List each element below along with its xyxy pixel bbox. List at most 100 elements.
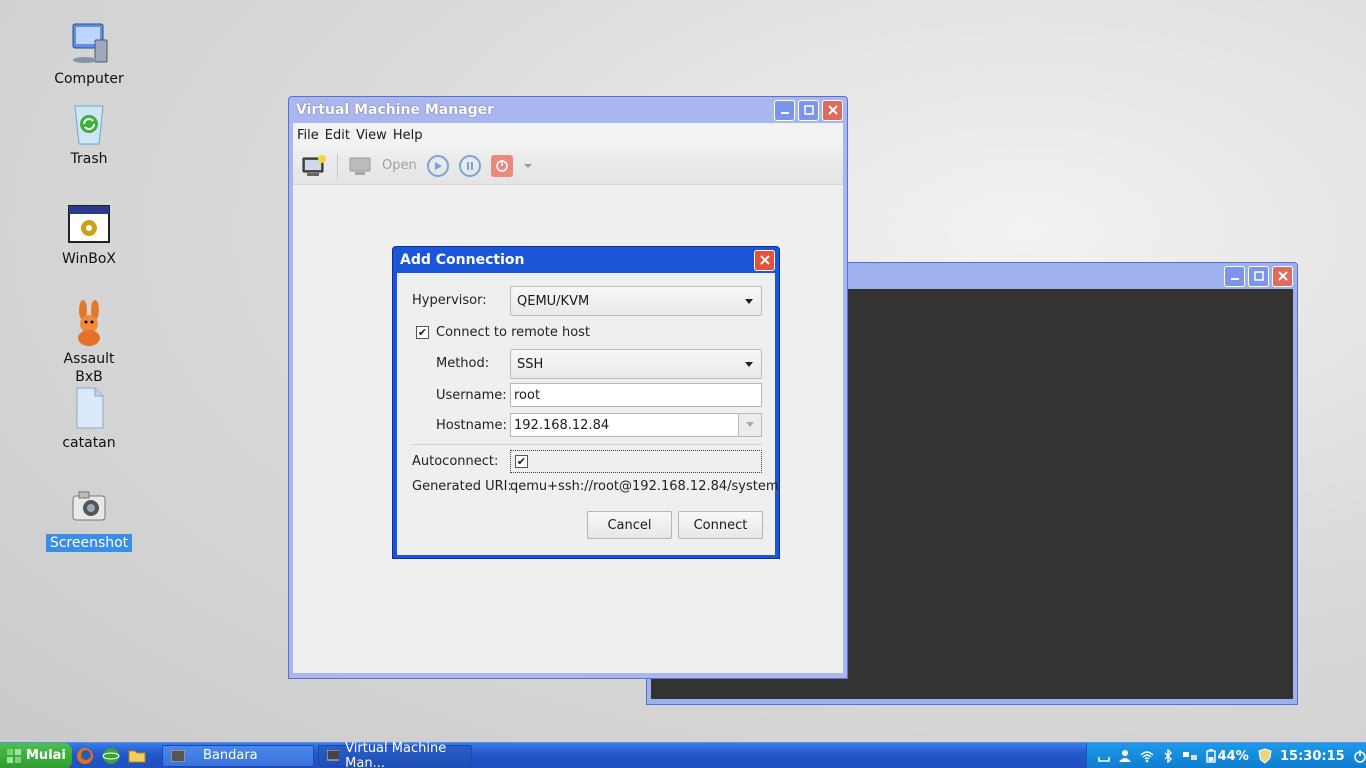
task-vmm[interactable]: Virtual Machine Man... <box>318 741 472 768</box>
run-button[interactable] <box>426 154 449 177</box>
dialog-title: Add Connection <box>400 252 525 268</box>
uri-label: Generated URI: <box>412 479 512 494</box>
autoconnect-checkbox[interactable]: ✔ <box>515 455 528 468</box>
method-value: SSH <box>517 356 544 372</box>
bluetooth-icon[interactable] <box>1161 749 1174 763</box>
hypervisor-value: QEMU/KVM <box>517 293 590 309</box>
maximize-button[interactable] <box>798 99 819 121</box>
hostname-dropdown-button[interactable] <box>738 413 762 437</box>
divider <box>412 444 762 445</box>
power-icon[interactable] <box>1353 749 1366 763</box>
autoconnect-focus[interactable]: ✔ <box>510 450 762 473</box>
quicklaunch-files[interactable] <box>124 743 150 768</box>
keyboard-icon[interactable] <box>1097 749 1110 763</box>
autoconnect-label: Autoconnect: <box>412 454 499 469</box>
battery-icon <box>1205 749 1216 763</box>
window-title: Virtual Machine Manager <box>296 102 495 118</box>
quicklaunch-browser[interactable] <box>98 743 124 768</box>
hostname-label: Hostname: <box>436 418 507 433</box>
dialog-body: Hypervisor: QEMU/KVM ✔ Connect to remote… <box>397 273 779 555</box>
user-icon[interactable] <box>1118 749 1132 763</box>
computer-icon <box>72 23 108 63</box>
username-label: Username: <box>436 388 507 403</box>
quicklaunch-firefox[interactable] <box>72 743 98 768</box>
clock[interactable]: 15:30:15 <box>1280 749 1345 764</box>
minimize-button[interactable] <box>1224 265 1245 287</box>
remote-host-checkbox[interactable]: ✔ <box>416 326 429 339</box>
maximize-button[interactable] <box>1248 265 1269 287</box>
trash-icon <box>74 105 104 145</box>
new-vm-button[interactable] <box>301 154 327 178</box>
close-icon <box>827 105 838 115</box>
close-button[interactable] <box>754 249 775 271</box>
pause-button[interactable] <box>458 154 481 177</box>
battery-indicator[interactable]: 44% <box>1205 748 1249 764</box>
task-label: Bandara <box>203 748 258 763</box>
desktop-icon-computer[interactable]: Computer <box>44 20 134 88</box>
close-icon <box>759 255 770 265</box>
chevron-down-icon[interactable] <box>523 161 533 171</box>
windows-logo-icon <box>7 748 21 763</box>
network-icon[interactable] <box>1182 749 1198 763</box>
play-icon <box>434 161 442 170</box>
wifi-icon[interactable] <box>1140 749 1154 763</box>
desktop-icon-label: Trash <box>70 151 108 167</box>
minimize-button[interactable] <box>774 99 795 121</box>
cancel-button[interactable]: Cancel <box>587 511 672 539</box>
terminal-icon <box>171 749 185 762</box>
hypervisor-label: Hypervisor: <box>412 293 487 308</box>
method-select[interactable]: SSH <box>510 349 762 379</box>
desktop-icon-trash[interactable]: Trash <box>44 100 134 168</box>
vmm-titlebar[interactable]: Virtual Machine Manager <box>293 97 843 123</box>
task-label: Virtual Machine Man... <box>345 740 447 768</box>
maximize-icon <box>1253 271 1264 281</box>
desktop-icon-label: WinBoX <box>61 251 117 267</box>
close-button[interactable] <box>822 99 843 121</box>
firefox-icon <box>77 747 93 764</box>
toolbar-separator <box>337 153 338 178</box>
desktop-icon-assault[interactable]: Assault BxB <box>44 300 134 386</box>
desktop-icon-winbox[interactable]: WinBoX <box>44 200 134 268</box>
menu-file[interactable]: File <box>297 128 319 143</box>
desktop-icon-screenshot[interactable]: Screenshot <box>44 484 134 552</box>
open-button[interactable]: Open <box>382 158 417 173</box>
desktop-icon-label: catatan <box>62 435 116 451</box>
pause-icon <box>466 161 473 170</box>
task-bandara[interactable]: Bandara <box>162 744 314 767</box>
dialog-titlebar[interactable]: Add Connection <box>397 247 775 273</box>
monitor-icon <box>349 157 371 175</box>
winbox-icon <box>68 205 110 243</box>
close-icon <box>1277 271 1288 281</box>
hypervisor-select[interactable]: QEMU/KVM <box>510 286 762 316</box>
menu-help[interactable]: Help <box>393 128 423 143</box>
battery-percent: 44% <box>1217 748 1249 764</box>
hostname-input[interactable]: 192.168.12.84 <box>510 413 739 437</box>
connect-button[interactable]: Connect <box>678 511 763 539</box>
menu-edit[interactable]: Edit <box>325 128 350 143</box>
system-tray: 44% 15:30:15 <box>1086 743 1366 768</box>
menubar: File Edit View Help <box>293 123 843 147</box>
monitor-icon <box>327 749 340 760</box>
chevron-down-icon <box>746 422 754 427</box>
uri-value: qemu+ssh://root@192.168.12.84/system <box>510 479 779 494</box>
close-button[interactable] <box>1272 265 1293 287</box>
maximize-icon <box>803 105 814 115</box>
menu-view[interactable]: View <box>356 128 387 143</box>
start-button[interactable]: Mulai <box>0 742 72 768</box>
desktop-icon-catatan[interactable]: catatan <box>44 384 134 452</box>
toolbar: Open <box>293 147 843 185</box>
globe-icon <box>102 747 120 764</box>
desktop-icon-label: Screenshot <box>45 534 133 552</box>
username-input[interactable]: root <box>510 383 762 407</box>
camera-icon <box>72 491 106 521</box>
document-icon <box>76 387 104 429</box>
desktop-icon-label: Computer <box>54 71 124 87</box>
minimize-icon <box>780 112 789 114</box>
power-icon <box>495 159 508 172</box>
shutdown-button[interactable] <box>490 154 513 177</box>
remote-host-label: Connect to remote host <box>436 325 591 340</box>
minimize-icon <box>1230 278 1239 280</box>
remote-host-row[interactable]: ✔ Connect to remote host <box>416 325 590 340</box>
shield-icon[interactable] <box>1257 748 1272 764</box>
add-connection-dialog[interactable]: Add Connection Hypervisor: QEMU/KVM ✔ Co… <box>392 246 780 559</box>
